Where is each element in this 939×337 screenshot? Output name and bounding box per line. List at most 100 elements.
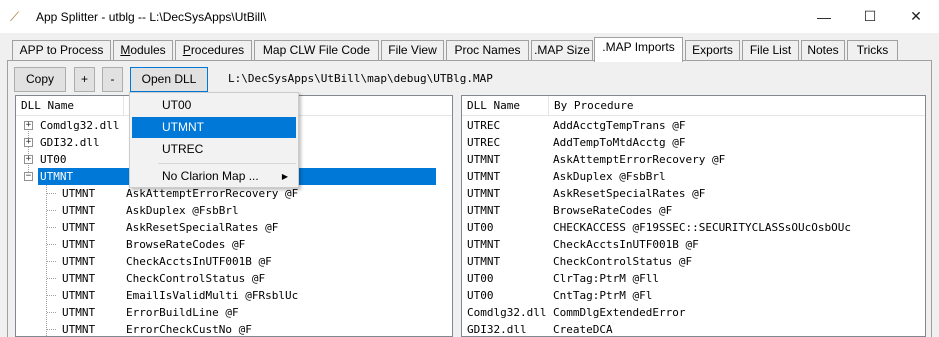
list-row[interactable]: Comdlg32.dll CommDlgExtendedError <box>462 304 925 321</box>
row-dll-name: GDI32.dll <box>467 323 527 336</box>
child-dll-name: UTMNT <box>62 255 96 268</box>
row-dll-name: UTMNT <box>467 255 501 268</box>
wand-icon: ⟋ <box>10 8 20 24</box>
tree-child-row[interactable]: UTMNT CheckAcctsInUTF001B @F <box>16 253 452 270</box>
tab-map-imports[interactable]: .MAP Imports <box>594 37 683 62</box>
tree-child-row[interactable]: UTMNT AskResetSpecialRates @F <box>16 219 452 236</box>
map-file-path: L:\DecSysApps\UtBill\map\debug\UTBlg.MAP <box>228 72 493 85</box>
child-procedure: AskDuplex @FsbBrl <box>126 204 239 217</box>
row-dll-name: UTREC <box>467 136 501 149</box>
tab-map-clw-file-code[interactable]: Map CLW File Code <box>254 40 379 61</box>
list-row[interactable]: UTMNT AskDuplex @FsbBrl <box>462 168 925 185</box>
row-procedure: CreateDCA <box>553 323 613 336</box>
row-procedure: CommDlgExtendedError <box>553 306 686 319</box>
row-dll-name: UTMNT <box>467 238 501 251</box>
child-dll-name: UTMNT <box>62 272 96 285</box>
open-dll-button[interactable]: Open DLL <box>130 67 208 92</box>
list-row[interactable]: UT00 ClrTag:PtrM @Fll <box>462 270 925 287</box>
tree-child-row[interactable]: UTMNT EmailIsValidMulti @FRsblUc <box>16 287 452 304</box>
tab-modules[interactable]: Modules <box>113 40 173 61</box>
row-procedure: AskResetSpecialRates @F <box>553 187 706 200</box>
tree-dll-name: GDI32.dll <box>40 136 100 149</box>
tree-child-row[interactable]: UTMNT BrowseRateCodes @F <box>16 236 452 253</box>
list-row[interactable]: UT00 CntTag:PtrM @Fl <box>462 287 925 304</box>
row-procedure: AddAcctgTempTrans @F <box>553 119 686 132</box>
maximize-button[interactable]: ☐ <box>847 0 893 33</box>
tab-map-size[interactable]: .MAP Size <box>531 40 593 61</box>
tab-notes[interactable]: Notes <box>801 40 845 61</box>
title-bar: ⟋ App Splitter - utblg -- L:\DecSysApps\… <box>0 0 939 33</box>
list-row[interactable]: UTREC AddTempToMtdAcctg @F <box>462 134 925 151</box>
child-dll-name: UTMNT <box>62 221 96 234</box>
row-dll-name: UTMNT <box>467 204 501 217</box>
child-procedure: AskResetSpecialRates @F <box>126 221 279 234</box>
menu-item-utmnt[interactable]: UTMNT <box>132 117 296 138</box>
tab-file-list[interactable]: File List <box>742 40 799 61</box>
child-procedure: EmailIsValidMulti @FRsblUc <box>126 289 299 302</box>
list-row[interactable]: UTMNT AskAttemptErrorRecovery @F <box>462 151 925 168</box>
expand-icon[interactable]: + <box>24 155 33 164</box>
tree-child-row[interactable]: UTMNT ErrorBuildLine @F <box>16 304 452 321</box>
window-controls: — ☐ ✕ <box>801 0 939 33</box>
child-dll-name: UTMNT <box>62 204 96 217</box>
child-dll-name: UTMNT <box>62 289 96 302</box>
open-dll-menu: UT00 UTMNT UTREC No Clarion Map ... ▶ <box>129 92 299 188</box>
menu-item-no-clarion-map[interactable]: No Clarion Map ... ▶ <box>132 166 296 187</box>
row-dll-name: UTMNT <box>467 153 501 166</box>
child-dll-name: UTMNT <box>62 187 96 200</box>
row-procedure: CheckControlStatus @F <box>553 255 693 268</box>
row-procedure: CheckAcctsInUTF001B @F <box>553 238 699 251</box>
column-header-dll-name[interactable]: DLL Name <box>462 96 549 116</box>
tab-app-to-process[interactable]: APP to Process <box>12 40 111 61</box>
menu-separator <box>158 163 296 164</box>
list-row[interactable]: UTMNT AskResetSpecialRates @F <box>462 185 925 202</box>
procedure-list-panel[interactable]: DLL Name By Procedure UTREC AddAcctgTemp… <box>461 95 926 337</box>
list-row[interactable]: GDI32.dll CreateDCA <box>462 321 925 336</box>
tab-file-view[interactable]: File View <box>381 40 444 61</box>
tab-procedures[interactable]: Procedures <box>175 40 252 61</box>
list-row[interactable]: UTMNT CheckControlStatus @F <box>462 253 925 270</box>
child-procedure: CheckAcctsInUTF001B @F <box>126 255 272 268</box>
row-procedure: BrowseRateCodes @F <box>553 204 673 217</box>
submenu-arrow-icon: ▶ <box>281 172 288 181</box>
tree-child-row[interactable]: UTMNT CheckControlStatus @F <box>16 270 452 287</box>
row-procedure: AskAttemptErrorRecovery @F <box>553 153 726 166</box>
list-row[interactable]: UTREC AddAcctgTempTrans @F <box>462 117 925 134</box>
list-row[interactable]: UT00 CHECKACCESS @F19SSEC::SECURITYCLASS… <box>462 219 925 236</box>
tab-bar: APP to Process Modules Procedures Map CL… <box>0 37 939 62</box>
list-row[interactable]: UTMNT BrowseRateCodes @F <box>462 202 925 219</box>
row-procedure: ClrTag:PtrM @Fll <box>553 272 659 285</box>
child-procedure: BrowseRateCodes @F <box>126 238 246 251</box>
copy-button[interactable]: Copy <box>14 67 66 92</box>
column-header-dll-name[interactable]: DLL Name <box>16 96 124 116</box>
tree-child-row[interactable]: UTMNT ErrorCheckCustNo @F <box>16 321 452 336</box>
row-procedure: CntTag:PtrM @Fl <box>553 289 653 302</box>
menu-item-utrec[interactable]: UTREC <box>132 139 296 160</box>
child-procedure: CheckControlStatus @F <box>126 272 266 285</box>
child-dll-name: UTMNT <box>62 323 96 336</box>
tab-proc-names[interactable]: Proc Names <box>446 40 529 61</box>
expand-all-button[interactable]: + <box>74 67 95 92</box>
expand-icon[interactable]: + <box>24 138 33 147</box>
list-row[interactable]: UTMNT CheckAcctsInUTF001B @F <box>462 236 925 253</box>
tree-dll-name: Comdlg32.dll <box>40 119 120 132</box>
child-dll-name: UTMNT <box>62 306 96 319</box>
row-dll-name: UT00 <box>467 221 494 234</box>
collapse-all-button[interactable]: - <box>102 67 123 92</box>
collapse-icon[interactable]: − <box>24 172 33 181</box>
child-procedure: ErrorBuildLine @F <box>126 306 239 319</box>
column-header-by-procedure[interactable]: By Procedure <box>549 96 925 116</box>
row-dll-name: UTREC <box>467 119 501 132</box>
row-procedure: CHECKACCESS @F19SSEC::SECURITYCLASSsOUcO… <box>553 221 852 234</box>
tab-tricks[interactable]: Tricks <box>847 40 898 61</box>
tree-child-row[interactable]: UTMNT AskDuplex @FsbBrl <box>16 202 452 219</box>
toolbar: Copy + - Open DLL L:\DecSysApps\UtBill\m… <box>13 67 913 93</box>
expand-icon[interactable]: + <box>24 121 33 130</box>
right-header: DLL Name By Procedure <box>462 96 925 116</box>
tree-dll-name: UT00 <box>40 153 67 166</box>
menu-item-ut00[interactable]: UT00 <box>132 95 296 116</box>
tab-exports[interactable]: Exports <box>685 40 740 61</box>
row-dll-name: UT00 <box>467 289 494 302</box>
minimize-button[interactable]: — <box>801 0 847 33</box>
close-button[interactable]: ✕ <box>893 0 939 33</box>
